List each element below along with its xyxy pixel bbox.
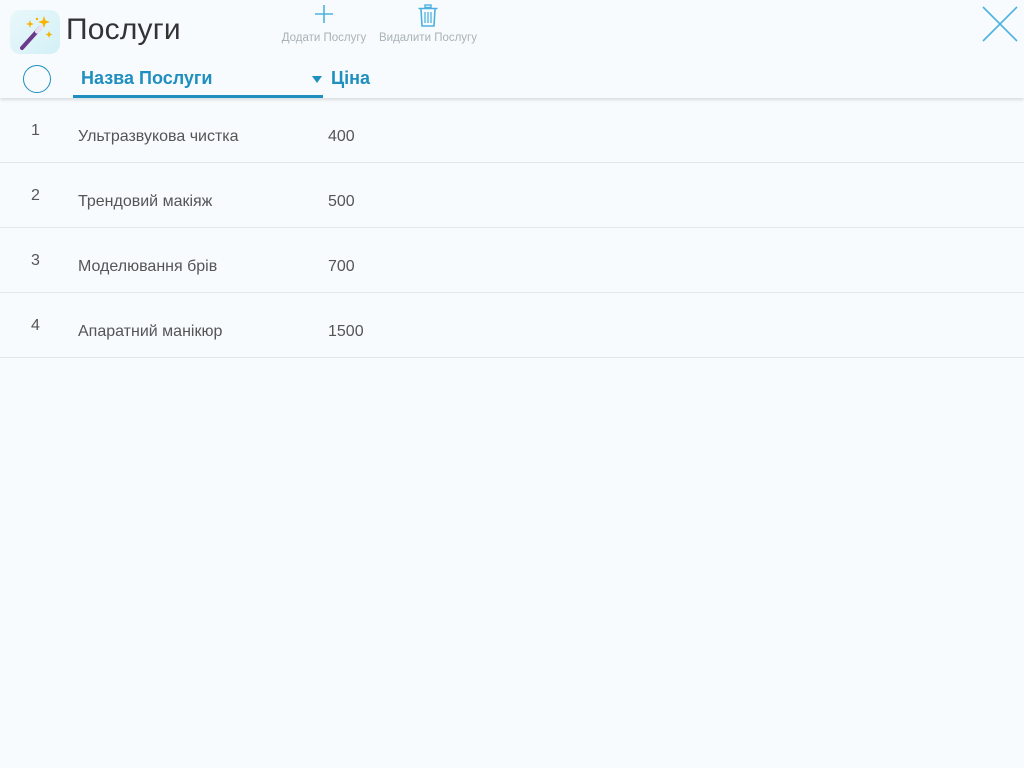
service-price: 400 xyxy=(328,128,355,145)
column-header-price[interactable]: Ціна xyxy=(331,68,370,89)
column-name-label: Назва Послуги xyxy=(81,68,213,88)
row-index: 2 xyxy=(31,187,40,204)
column-header-name[interactable]: Назва Послуги xyxy=(73,64,323,98)
close-icon xyxy=(982,6,1018,42)
table-row[interactable]: 1 Ультразвукова чистка 400 xyxy=(0,98,1024,163)
services-screen: Послуги Додати Послугу Видалити Послугу … xyxy=(0,0,1024,768)
plus-icon xyxy=(279,4,369,28)
service-name: Апаратний манікюр xyxy=(78,323,223,340)
service-price: 700 xyxy=(328,258,355,275)
delete-service-button[interactable]: Видалити Послугу xyxy=(377,4,479,44)
delete-service-label: Видалити Послугу xyxy=(378,32,478,44)
select-all-checkbox[interactable] xyxy=(23,65,51,93)
header: Послуги Додати Послугу Видалити Послугу … xyxy=(0,0,1024,98)
trash-icon xyxy=(377,4,479,28)
table-row[interactable]: 2 Трендовий макіяж 500 xyxy=(0,163,1024,228)
services-list: 1 Ультразвукова чистка 400 2 Трендовий м… xyxy=(0,98,1024,358)
table-row[interactable]: 4 Апаратний манікюр 1500 xyxy=(0,293,1024,358)
service-price: 1500 xyxy=(328,323,364,340)
table-row[interactable]: 3 Моделювання брів 700 xyxy=(0,228,1024,293)
service-name: Трендовий макіяж xyxy=(78,193,213,210)
add-service-button[interactable]: Додати Послугу xyxy=(279,4,369,44)
magic-wand-icon xyxy=(10,10,60,54)
add-service-label: Додати Послугу xyxy=(281,32,367,44)
service-price: 500 xyxy=(328,193,355,210)
service-name: Ультразвукова чистка xyxy=(78,128,239,145)
page-title: Послуги xyxy=(66,13,181,46)
row-index: 3 xyxy=(31,252,40,269)
row-index: 4 xyxy=(31,317,40,334)
row-index: 1 xyxy=(31,122,40,139)
close-button[interactable] xyxy=(981,5,1019,43)
sort-desc-icon xyxy=(312,76,322,83)
service-name: Моделювання брів xyxy=(78,258,218,275)
